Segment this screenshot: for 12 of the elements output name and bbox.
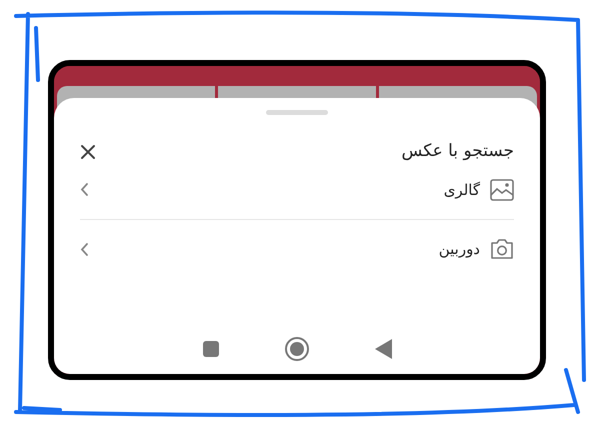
option-label[interactable]: دوربین bbox=[438, 238, 480, 260]
recent-apps-icon[interactable] bbox=[202, 341, 218, 357]
close-icon[interactable] bbox=[80, 144, 96, 160]
home-icon[interactable] bbox=[284, 336, 310, 362]
image-icon bbox=[490, 178, 514, 201]
camera-icon bbox=[490, 238, 514, 260]
chevron-icon[interactable] bbox=[80, 183, 88, 196]
chevron-icon[interactable] bbox=[80, 242, 88, 256]
sheet-title: جستجو با عکس bbox=[402, 140, 514, 163]
back-icon[interactable] bbox=[374, 339, 392, 359]
drag-handle[interactable] bbox=[266, 110, 328, 115]
option-label[interactable]: گالری bbox=[444, 178, 480, 201]
